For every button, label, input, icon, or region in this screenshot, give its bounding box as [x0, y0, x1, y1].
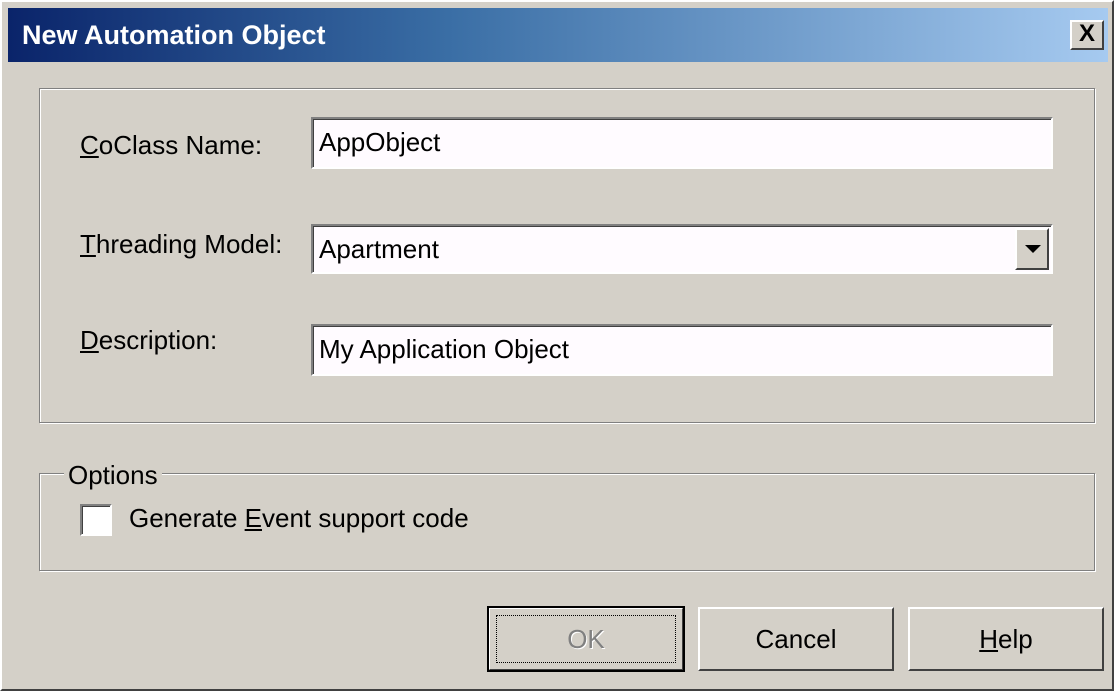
title-bar[interactable]: New Automation Object X	[8, 8, 1108, 62]
ok-button-label: OK	[567, 624, 605, 654]
help-button[interactable]: Help	[908, 607, 1104, 671]
close-button[interactable]: X	[1070, 20, 1104, 50]
generate-event-label[interactable]: Generate Event support code	[129, 503, 469, 534]
threading-model-select[interactable]: Apartment	[311, 224, 1053, 274]
close-icon: X	[1078, 20, 1095, 47]
help-button-label: Help	[979, 624, 1033, 654]
coclass-name-input[interactable]: AppObject	[311, 117, 1053, 169]
options-legend: Options	[64, 460, 162, 491]
cancel-button-label: Cancel	[755, 624, 837, 654]
description-label: Description:	[80, 325, 218, 355]
chevron-down-icon[interactable]	[1015, 228, 1049, 270]
threading-model-label: Threading Model:	[80, 229, 283, 259]
threading-model-value: Apartment	[319, 234, 439, 264]
dialog-title: New Automation Object	[22, 20, 326, 50]
description-input[interactable]: My Application Object	[311, 324, 1053, 376]
generate-event-checkbox[interactable]	[80, 504, 112, 536]
new-automation-object-dialog: New Automation Object X CoClass Name: Ap…	[0, 0, 1114, 691]
ok-button[interactable]: OK	[487, 606, 685, 672]
cancel-button[interactable]: Cancel	[698, 607, 894, 671]
coclass-name-label: CoClass Name:	[80, 130, 263, 160]
